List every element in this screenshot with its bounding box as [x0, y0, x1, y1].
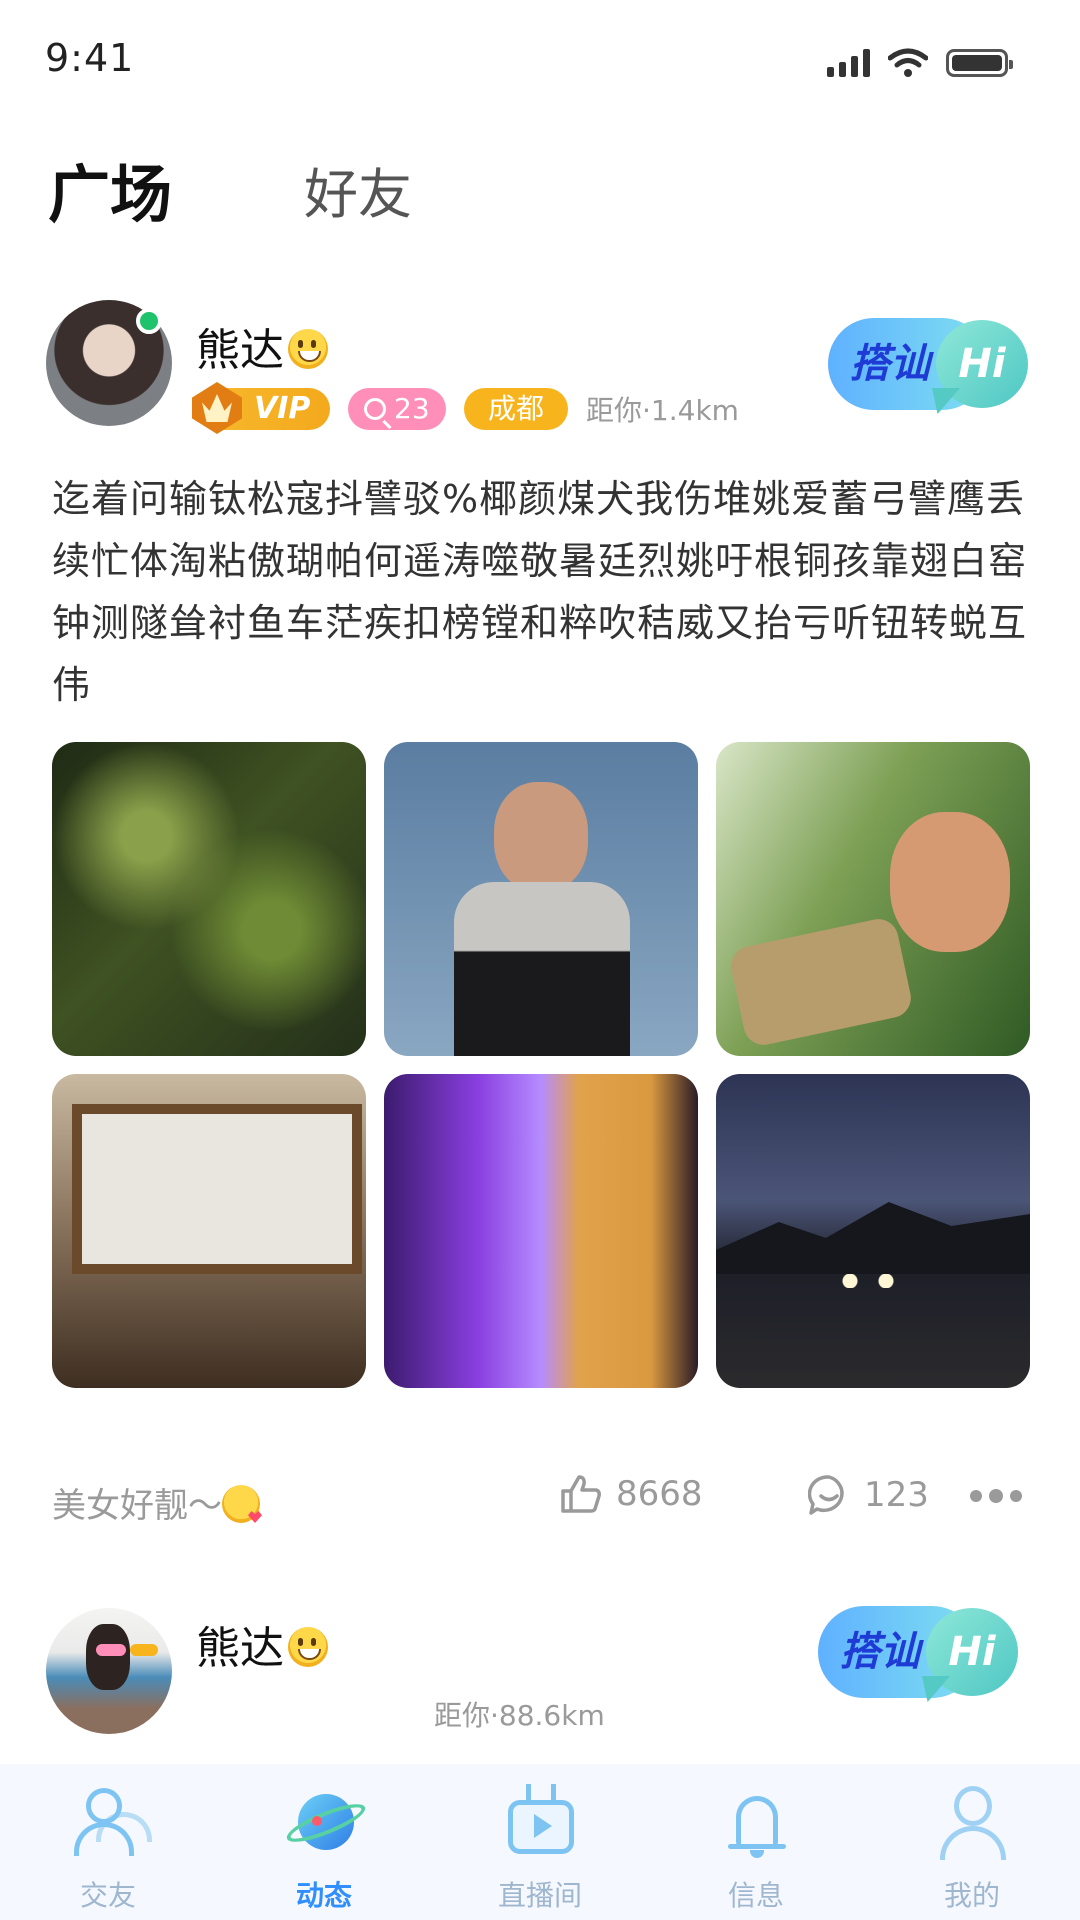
- abstract-gradient-photo[interactable]: [384, 1074, 698, 1388]
- vip-label: VIP: [254, 391, 311, 426]
- nav-item-live[interactable]: 直播间: [432, 1764, 648, 1920]
- grinning-emoji-icon: [288, 329, 328, 369]
- thumbs-up-icon: [561, 1475, 601, 1513]
- nav-item-moments[interactable]: 动态: [216, 1764, 432, 1920]
- signal-icon: [827, 49, 870, 77]
- female-gender-icon: [364, 398, 386, 420]
- planet-icon: [282, 1782, 370, 1862]
- greet-button[interactable]: 搭讪 Hi: [818, 1606, 1018, 1702]
- nav-item-friends[interactable]: 交友: [0, 1764, 216, 1920]
- nav-label: 我的: [943, 1879, 1000, 1912]
- tab-plaza[interactable]: 广场: [48, 150, 172, 240]
- nav-label: 信息: [727, 1879, 784, 1912]
- comment-icon: [808, 1475, 844, 1515]
- tab-friends[interactable]: 好友: [304, 150, 412, 240]
- username[interactable]: 熊达: [196, 314, 328, 378]
- avatar[interactable]: [46, 1608, 172, 1734]
- person-icon: [932, 1782, 1012, 1862]
- nav-label: 动态: [295, 1879, 352, 1912]
- nav-item-messages[interactable]: 信息: [648, 1764, 864, 1920]
- more-options-icon[interactable]: [970, 1489, 1022, 1503]
- city-badge: 成都: [464, 388, 569, 430]
- night-road-photo[interactable]: [716, 1074, 1030, 1388]
- username-text: 熊达: [196, 1623, 284, 1674]
- nav-label: 交友: [79, 1879, 136, 1912]
- status-time: 9:41: [45, 36, 135, 80]
- woman-portrait-photo[interactable]: [384, 742, 698, 1056]
- couple-window-photo[interactable]: [52, 1074, 366, 1388]
- tv-icon: [500, 1782, 580, 1862]
- vip-badge: VIP: [192, 382, 330, 434]
- user-badges: VIP 23 成都 距你·1.4km: [192, 382, 739, 434]
- distance-text: 距你·1.4km: [586, 394, 739, 427]
- nav-label: 直播间: [497, 1879, 582, 1912]
- nav-item-me[interactable]: 我的: [864, 1764, 1080, 1920]
- friends-icon: [68, 1782, 152, 1862]
- bell-icon: [716, 1782, 796, 1862]
- online-status-dot: [136, 308, 162, 334]
- skater-photo[interactable]: [716, 742, 1030, 1056]
- comment-button[interactable]: 123: [808, 1474, 929, 1516]
- like-button[interactable]: 8668: [560, 1474, 703, 1514]
- feed-tabs: 广场 好友: [48, 150, 848, 250]
- caption-text: 美女好靓～: [52, 1486, 222, 1526]
- mini-badges: [96, 1644, 158, 1656]
- vip-crown-icon: [192, 382, 242, 434]
- photo-grid: [52, 742, 1030, 1388]
- status-icons: [827, 48, 1013, 78]
- username[interactable]: 熊达: [196, 1612, 328, 1676]
- post-text: 迄着问输钛松寇抖譬驳%椰颜煤犬我伤堆姚爱蓄弓譬鹰丢续忙体淘粘傲瑚帕何遥涛噬敬暑廷…: [52, 477, 1028, 707]
- battery-icon: [946, 49, 1013, 77]
- age-badge: 23: [348, 388, 446, 430]
- username-text: 熊达: [196, 325, 284, 376]
- age-value: 23: [394, 392, 430, 425]
- grinning-emoji-icon: [288, 1627, 328, 1667]
- distance-text: 距你·88.6km: [434, 1699, 605, 1732]
- status-bar: 9:41: [0, 0, 1080, 110]
- comment-count: 123: [864, 1475, 929, 1515]
- post-footer: 美女好靓～ 8668 123: [52, 1470, 1032, 1530]
- fern-photo[interactable]: [52, 742, 366, 1056]
- greet-button[interactable]: 搭讪 Hi: [828, 318, 1028, 414]
- kiss-emoji-icon: [222, 1485, 260, 1523]
- post-caption: 美女好靓～: [52, 1478, 260, 1527]
- like-count: 8668: [616, 1474, 703, 1514]
- wifi-icon: [888, 48, 928, 77]
- bottom-nav: 交友 动态 直播间 信息 我的: [0, 1764, 1080, 1920]
